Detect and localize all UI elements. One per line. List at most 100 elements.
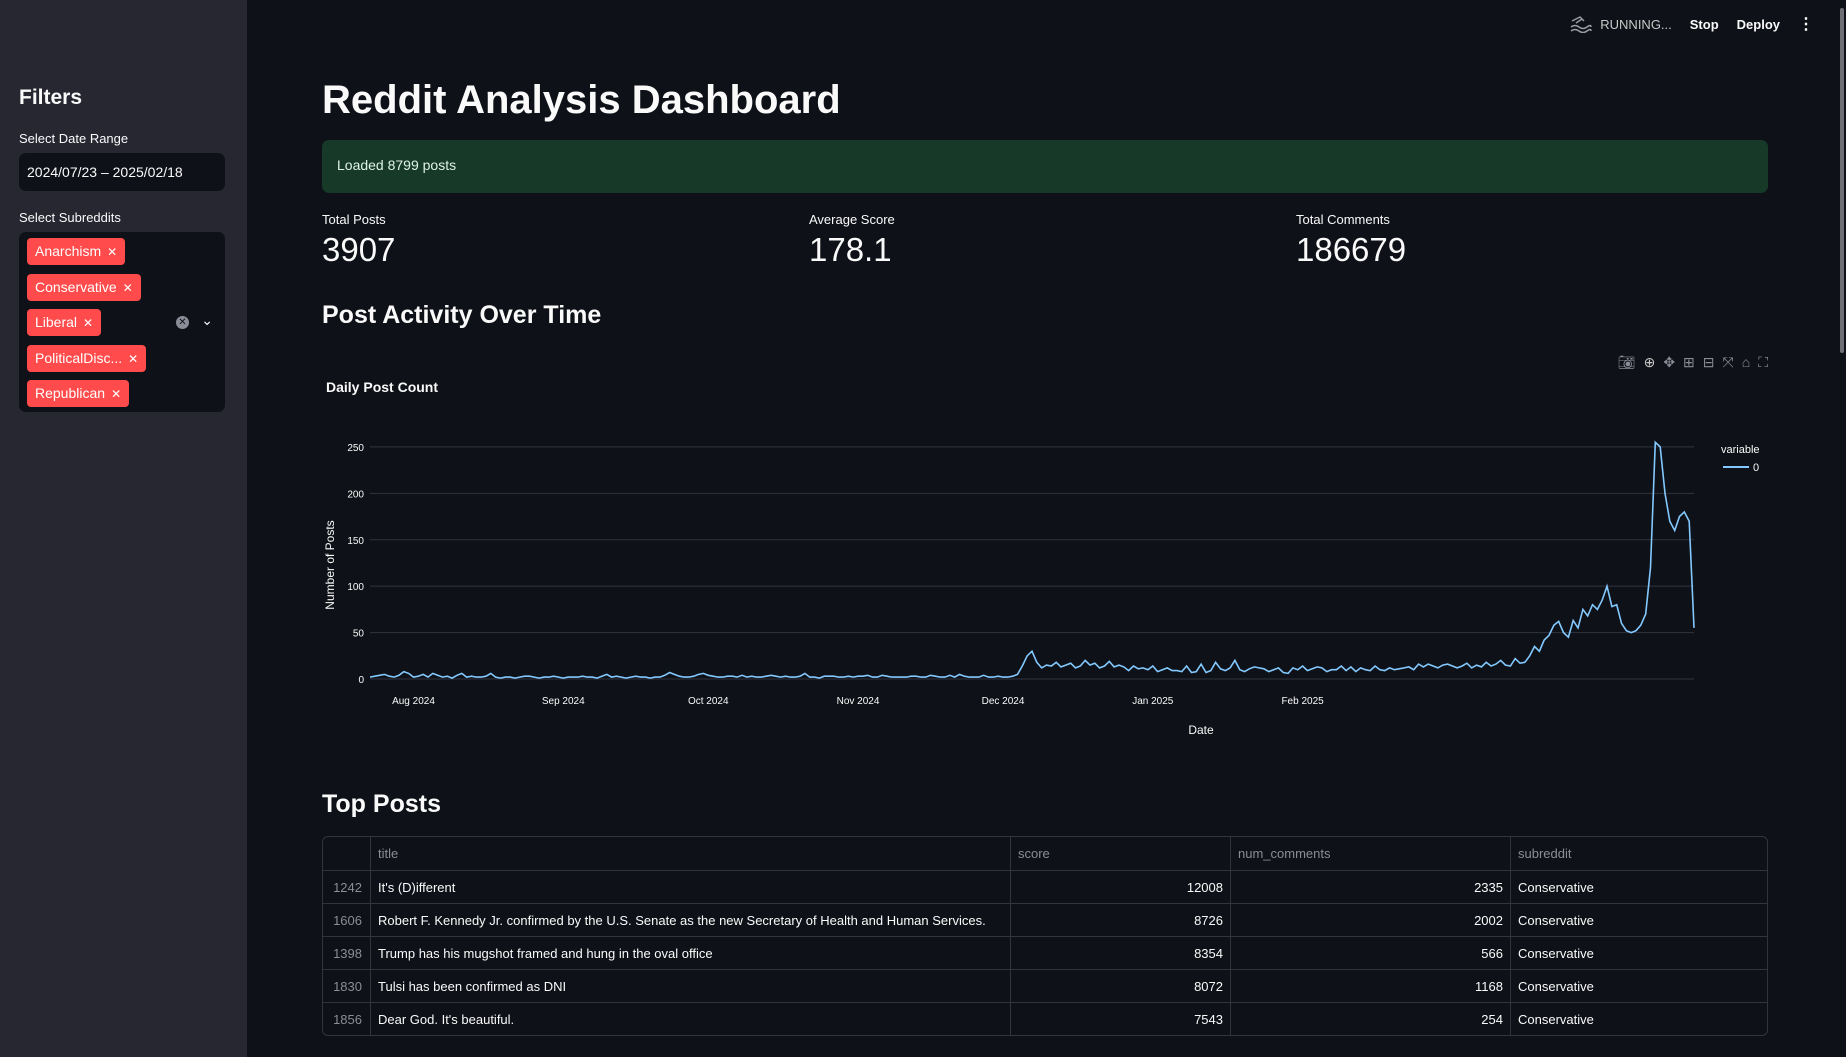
autoscale-icon[interactable]: ⤧ <box>1723 354 1734 371</box>
subreddit-multiselect[interactable]: Anarchism ✕ Conservative ✕ Liberal ✕ Politi… <box>19 232 225 412</box>
metric-value: 178.1 <box>809 231 892 268</box>
metric-value: 3907 <box>322 231 396 268</box>
cell-subreddit[interactable]: Conservative <box>1511 871 1767 903</box>
y-axis-label: Number of Posts <box>323 520 337 609</box>
clear-all-icon[interactable]: ✕ <box>176 316 189 329</box>
metric-total-comments: Total Comments 186679 <box>1296 212 1406 269</box>
cell-num-comments[interactable]: 2002 <box>1231 904 1511 936</box>
chevron-down-icon[interactable]: ⌄ <box>201 312 213 329</box>
x-tick-label: Oct 2024 <box>688 696 729 707</box>
cell-score[interactable]: 8726 <box>1011 904 1231 936</box>
fullscreen-icon[interactable]: ⛶ <box>1758 354 1768 371</box>
x-tick-label: Dec 2024 <box>982 696 1025 707</box>
deploy-button[interactable]: Deploy <box>1737 17 1780 32</box>
success-alert: Loaded 8799 posts <box>322 140 1768 193</box>
x-tick-label: Nov 2024 <box>837 696 880 707</box>
cell-subreddit[interactable]: Conservative <box>1511 937 1767 969</box>
pan-icon[interactable]: ✥ <box>1663 354 1675 371</box>
remove-icon[interactable]: ✕ <box>83 316 93 330</box>
y-tick-label: 0 <box>358 675 364 686</box>
column-header[interactable]: num_comments <box>1231 837 1511 870</box>
page-title: Reddit Analysis Dashboard <box>322 78 841 122</box>
legend-item[interactable]: 0 <box>1753 462 1759 474</box>
chart-modebar: 📷︎ ⊕ ✥ ⊞ ⊟ ⤧ ⌂ ⛶ <box>1618 354 1768 371</box>
date-range-label: Select Date Range <box>19 131 129 146</box>
cell-title[interactable]: Trump has his mugshot framed and hung in… <box>371 937 1011 969</box>
subreddit-tag[interactable]: PoliticalDisc... ✕ <box>27 345 147 372</box>
cell-num-comments[interactable]: 254 <box>1231 1003 1511 1035</box>
subreddit-label: Select Subreddits <box>19 210 121 225</box>
table-row[interactable]: 1830 Tulsi has been confirmed as DNI 807… <box>323 969 1767 1002</box>
x-tick-label: Jan 2025 <box>1132 696 1174 707</box>
remove-icon[interactable]: ✕ <box>123 281 133 295</box>
cell-subreddit[interactable]: Conservative <box>1511 970 1767 1002</box>
cell-score[interactable]: 8354 <box>1011 937 1231 969</box>
chart-title: Daily Post Count <box>326 379 438 395</box>
running-status: RUNNING... <box>1570 15 1672 33</box>
metric-label: Total Posts <box>322 212 386 227</box>
subreddit-tag[interactable]: Conservative ✕ <box>27 274 141 301</box>
column-header[interactable]: title <box>371 837 1011 870</box>
scrollbar-thumb[interactable] <box>1840 8 1844 353</box>
subreddit-tag[interactable]: Liberal ✕ <box>27 309 102 336</box>
cell-num-comments[interactable]: 566 <box>1231 937 1511 969</box>
column-header[interactable]: subreddit <box>1511 837 1767 870</box>
cell-subreddit[interactable]: Conservative <box>1511 904 1767 936</box>
subreddit-tag[interactable]: Republican ✕ <box>27 380 130 407</box>
app-toolbar: RUNNING... Stop Deploy ⋮ <box>1570 14 1814 34</box>
remove-icon[interactable]: ✕ <box>128 352 138 366</box>
date-range-input[interactable]: 2024/07/23 – 2025/02/18 <box>19 153 225 191</box>
zoom-out-icon[interactable]: ⊟ <box>1703 354 1715 371</box>
x-tick-label: Sep 2024 <box>542 696 585 707</box>
row-index: 1242 <box>323 871 371 903</box>
metric-label: Average Score <box>809 212 895 227</box>
subreddit-tag[interactable]: Anarchism ✕ <box>27 238 126 265</box>
page-scrollbar[interactable] <box>1838 0 1846 1057</box>
top-posts-table[interactable]: title score num_comments subreddit 1242 … <box>322 836 1768 1036</box>
series-line <box>369 440 1695 679</box>
table-row[interactable]: 1398 Trump has his mugshot framed and hu… <box>323 936 1767 969</box>
remove-icon[interactable]: ✕ <box>107 245 117 259</box>
metric-value: 186679 <box>1296 231 1407 268</box>
table-header: title score num_comments subreddit <box>323 837 1767 870</box>
cell-title[interactable]: It's (D)ifferent <box>371 871 1011 903</box>
cell-subreddit[interactable]: Conservative <box>1511 1003 1767 1035</box>
table-row[interactable]: 1242 It's (D)ifferent 12008 2335 Conserv… <box>323 870 1767 903</box>
remove-icon[interactable]: ✕ <box>111 387 121 401</box>
main-menu-icon[interactable]: ⋮ <box>1798 14 1814 34</box>
x-tick-label: Aug 2024 <box>392 696 435 707</box>
metric-label: Total Comments <box>1296 212 1390 227</box>
y-tick-label: 100 <box>347 582 364 593</box>
column-header[interactable] <box>323 837 371 870</box>
daily-post-count-chart[interactable]: Daily Post Count 0 50 100 150 200 250 Aug 202… <box>322 375 1768 755</box>
top-posts-heading: Top Posts <box>322 790 441 818</box>
cell-score[interactable]: 8072 <box>1011 970 1231 1002</box>
sidebar: Filters Select Date Range 2024/07/23 – 2… <box>0 0 247 1057</box>
row-index: 1830 <box>323 970 371 1002</box>
zoom-in-icon[interactable]: ⊞ <box>1683 354 1695 371</box>
cell-score[interactable]: 12008 <box>1011 871 1231 903</box>
table-row[interactable]: 1606 Robert F. Kennedy Jr. confirmed by … <box>323 903 1767 936</box>
stop-button[interactable]: Stop <box>1690 17 1719 32</box>
cell-num-comments[interactable]: 1168 <box>1231 970 1511 1002</box>
metric-total-posts: Total Posts 3907 <box>322 212 395 269</box>
cell-title[interactable]: Robert F. Kennedy Jr. confirmed by the U… <box>371 904 1011 936</box>
zoom-icon[interactable]: ⊕ <box>1644 354 1656 371</box>
y-tick-label: 150 <box>347 536 364 547</box>
x-tick-label: Feb 2025 <box>1281 696 1324 707</box>
cell-num-comments[interactable]: 2335 <box>1231 871 1511 903</box>
sidebar-title: Filters <box>19 86 83 109</box>
table-row[interactable]: 1856 Dear God. It's beautiful. 7543 254 … <box>323 1002 1767 1035</box>
column-header[interactable]: score <box>1011 837 1231 870</box>
cell-title[interactable]: Dear God. It's beautiful. <box>371 1003 1011 1035</box>
activity-heading: Post Activity Over Time <box>322 301 602 329</box>
metric-average-score: Average Score 178.1 <box>809 212 895 269</box>
camera-icon[interactable]: 📷︎ <box>1618 354 1636 371</box>
home-icon[interactable]: ⌂ <box>1742 354 1750 371</box>
cell-score[interactable]: 7543 <box>1011 1003 1231 1035</box>
legend-title: variable <box>1721 444 1760 456</box>
x-axis-label: Date <box>1188 723 1214 737</box>
y-tick-label: 250 <box>347 443 364 454</box>
y-tick-label: 50 <box>353 629 365 640</box>
cell-title[interactable]: Tulsi has been confirmed as DNI <box>371 970 1011 1002</box>
